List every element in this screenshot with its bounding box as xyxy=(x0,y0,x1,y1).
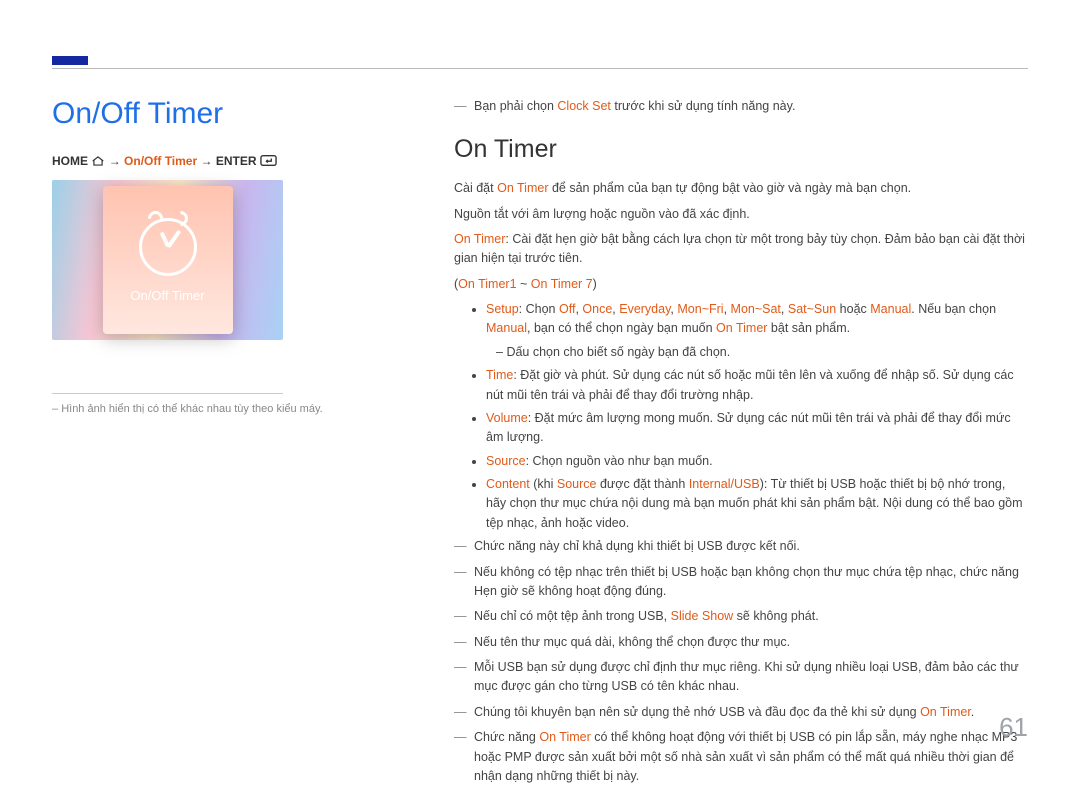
content-item: Content (khi Source được đặt thành Inter… xyxy=(486,475,1028,533)
section-heading-on-timer: On Timer xyxy=(454,130,1028,169)
time-item: Time: Đặt giờ và phút. Sử dụng các nút s… xyxy=(486,366,1028,405)
breadcrumb-enter: ENTER xyxy=(216,154,257,168)
main-content: ― Bạn phải chọn Clock Set trước khi sử d… xyxy=(454,97,1028,792)
enter-icon xyxy=(260,155,277,166)
thumbnail: On/Off Timer xyxy=(52,180,283,340)
setup-item: Setup: Chọn Off, Once, Everyday, Mon~Fri… xyxy=(486,300,1028,339)
clock-icon xyxy=(139,218,197,276)
source-item: Source: Chọn nguồn vào như bạn muốn. xyxy=(486,452,1028,471)
top-rule xyxy=(52,68,1028,69)
dash-icon: ― xyxy=(454,97,474,116)
thumbnail-label: On/Off Timer xyxy=(130,288,204,303)
caption: – Hình ảnh hiển thị có thể khác nhau tùy… xyxy=(52,403,323,415)
volume-item: Volume: Đặt mức âm lượng mong muốn. Sử d… xyxy=(486,409,1028,448)
page-title: On/Off Timer xyxy=(52,97,223,131)
tab-marker xyxy=(52,56,88,65)
breadcrumb: HOME → On/Off Timer → ENTER xyxy=(52,154,277,168)
breadcrumb-mid: On/Off Timer xyxy=(124,154,197,168)
home-icon xyxy=(91,155,105,167)
breadcrumb-home: HOME xyxy=(52,154,88,168)
divider xyxy=(52,393,283,394)
page-number: 61 xyxy=(999,712,1028,743)
